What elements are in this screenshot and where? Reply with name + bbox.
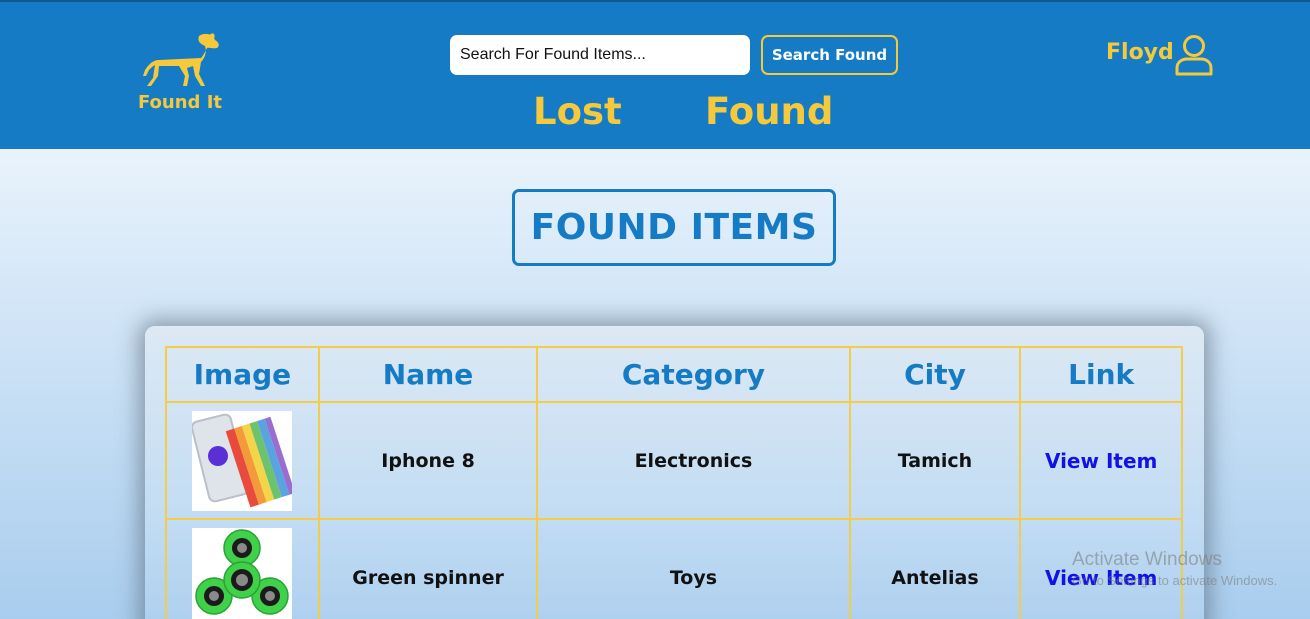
watermark-subtitle: Go to Settings to activate Windows. bbox=[1072, 573, 1278, 588]
search-input[interactable] bbox=[450, 35, 750, 75]
item-category: Toys bbox=[536, 518, 851, 619]
found-items-table: Image Name Category City Link Iphone 8 E… bbox=[165, 346, 1183, 619]
user-icon[interactable] bbox=[1174, 34, 1214, 76]
user-name[interactable]: Floyd bbox=[1106, 40, 1174, 65]
item-category: Electronics bbox=[536, 401, 851, 520]
site-header: Found It Search Found Lost Found Floyd bbox=[0, 0, 1310, 149]
item-name: Iphone 8 bbox=[317, 401, 539, 520]
item-image-cell bbox=[165, 401, 320, 520]
column-header-city: City bbox=[848, 346, 1022, 403]
item-name: Green spinner bbox=[317, 518, 539, 619]
view-item-link[interactable]: View Item bbox=[1045, 449, 1157, 473]
site-logo[interactable]: Found It bbox=[130, 30, 230, 113]
watermark-title: Activate Windows bbox=[1072, 549, 1222, 570]
column-header-name: Name bbox=[317, 346, 539, 403]
logo-text: Found It bbox=[137, 92, 222, 113]
column-header-link: Link bbox=[1019, 346, 1183, 403]
column-header-category: Category bbox=[536, 346, 851, 403]
table-header-row: Image Name Category City Link bbox=[165, 346, 1183, 403]
dog-logo-icon bbox=[143, 33, 219, 86]
nav-lost-link[interactable]: Lost bbox=[533, 90, 622, 133]
activate-windows-watermark: Activate Windows Go to Settings to activ… bbox=[1072, 549, 1277, 588]
column-header-image: Image bbox=[165, 346, 320, 403]
item-city: Antelias bbox=[848, 518, 1022, 619]
search-found-button[interactable]: Search Found bbox=[761, 35, 898, 75]
item-link-cell: View Item bbox=[1019, 401, 1183, 520]
page-title: FOUND ITEMS bbox=[512, 189, 836, 266]
found-items-card: Image Name Category City Link Iphone 8 E… bbox=[145, 326, 1204, 619]
table-row: Green spinner Toys Antelias View Item bbox=[165, 518, 1183, 619]
item-image-cell bbox=[165, 518, 320, 619]
item-city: Tamich bbox=[848, 401, 1022, 520]
spinner-photo-icon bbox=[192, 527, 293, 619]
iphone-photo-icon bbox=[192, 410, 293, 511]
table-row: Iphone 8 Electronics Tamich View Item bbox=[165, 401, 1183, 520]
nav-found-link[interactable]: Found bbox=[705, 90, 833, 133]
